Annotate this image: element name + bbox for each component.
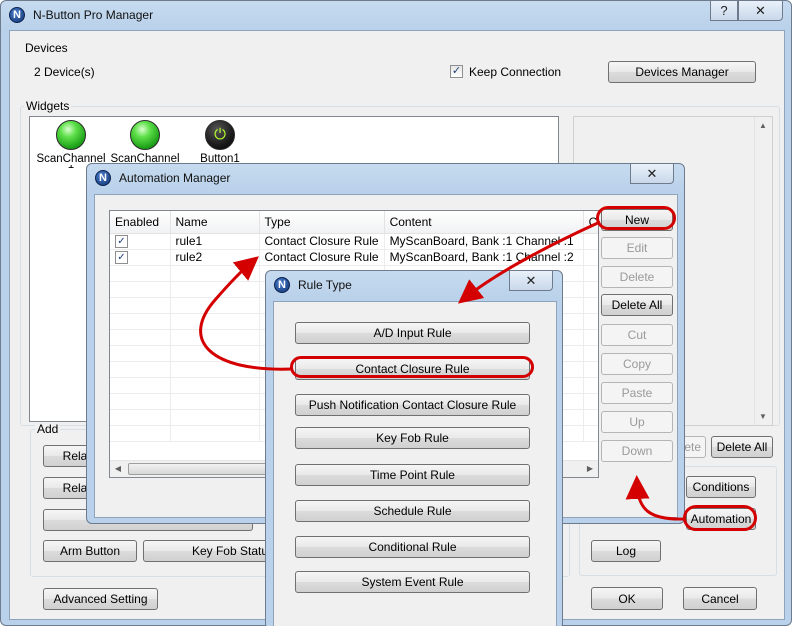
power-button-icon <box>205 120 235 150</box>
col-type[interactable]: Type <box>259 211 385 234</box>
row-enabled-checkbox[interactable]: ✓ <box>115 235 128 248</box>
row-name: rule1 <box>170 233 260 250</box>
new-rule-button[interactable]: New <box>601 209 673 231</box>
key-fob-rule-button[interactable]: Key Fob Rule <box>295 427 530 449</box>
key-fob-status-button[interactable]: Key Fob Status <box>143 540 283 562</box>
keep-connection-label: Keep Connection <box>469 65 562 79</box>
device-count-text: 2 Device(s) <box>34 65 95 79</box>
green-led-icon <box>130 120 160 150</box>
scroll-up-icon[interactable]: ▲ <box>755 121 771 130</box>
delete-rule-button[interactable]: Delete <box>601 266 673 288</box>
devices-group-label: Devices <box>25 41 68 55</box>
widget-scanchannel-1[interactable]: ScanChannel 1 <box>31 120 111 169</box>
copy-button[interactable]: Copy <box>601 353 673 375</box>
ok-button[interactable]: OK <box>591 587 663 610</box>
row-type: Contact Closure Rule <box>259 233 385 250</box>
scroll-left-icon[interactable]: ◀ <box>110 464 126 473</box>
conditional-rule-button[interactable]: Conditional Rule <box>295 536 530 558</box>
row-content: MyScanBoard, Bank :1 Channel :2 <box>384 249 584 266</box>
schedule-rule-button[interactable]: Schedule Rule <box>295 500 530 522</box>
table-header-row: Enabled Name Type Content Co <box>110 211 598 234</box>
row-name: rule2 <box>170 249 260 266</box>
advanced-setting-button[interactable]: Advanced Setting <box>43 588 158 610</box>
delete-all-button[interactable]: Delete All <box>711 436 773 458</box>
push-notification-rule-button[interactable]: Push Notification Contact Closure Rule <box>295 394 530 416</box>
window-title: N-Button Pro Manager <box>33 8 154 22</box>
system-event-rule-button[interactable]: System Event Rule <box>295 571 530 593</box>
edit-rule-button[interactable]: Edit <box>601 237 673 259</box>
time-point-rule-button[interactable]: Time Point Rule <box>295 464 530 486</box>
col-co[interactable]: Co <box>583 211 598 234</box>
automation-button[interactable]: Automation <box>686 508 756 530</box>
automation-window-title: Automation Manager <box>119 171 231 185</box>
automation-close-button[interactable]: ✕ <box>630 164 674 184</box>
widget-scanchannel-2[interactable]: ScanChannel <box>105 120 185 165</box>
row-content: MyScanBoard, Bank :1 Channel :1 <box>384 233 584 250</box>
cancel-button[interactable]: Cancel <box>683 587 757 610</box>
main-title-bar[interactable]: N N-Button Pro Manager <box>1 1 791 29</box>
row-type: Contact Closure Rule <box>259 249 385 266</box>
contact-closure-rule-button[interactable]: Contact Closure Rule <box>295 358 530 380</box>
ad-input-rule-button[interactable]: A/D Input Rule <box>295 322 530 344</box>
down-button[interactable]: Down <box>601 440 673 462</box>
green-led-icon <box>56 120 86 150</box>
arm-button[interactable]: Arm Button <box>43 540 137 562</box>
rule-type-client-area: A/D Input Rule Contact Closure Rule Push… <box>273 301 557 626</box>
properties-scrollbar[interactable]: ▲ ▼ <box>754 117 772 425</box>
table-row[interactable]: ✓ rule2 Contact Closure Rule MyScanBoard… <box>110 249 598 266</box>
rule-type-title: Rule Type <box>298 278 352 292</box>
rule-type-window: N Rule Type ✕ A/D Input Rule Contact Clo… <box>265 270 563 626</box>
widgets-group-label: Widgets <box>24 99 72 113</box>
app-logo-icon: N <box>9 7 25 23</box>
automation-title-bar[interactable]: N Automation Manager <box>87 164 684 192</box>
row-enabled-checkbox[interactable]: ✓ <box>115 251 128 264</box>
keep-connection-checkbox[interactable]: ✓ <box>450 65 463 78</box>
rule-type-close-button[interactable]: ✕ <box>509 271 553 291</box>
col-enabled[interactable]: Enabled <box>110 211 171 234</box>
log-button[interactable]: Log <box>591 540 661 562</box>
add-group-label: Add <box>35 422 61 436</box>
paste-button[interactable]: Paste <box>601 382 673 404</box>
help-button[interactable]: ? <box>710 1 738 21</box>
delete-all-rules-button[interactable]: Delete All <box>601 294 673 316</box>
widget-button1[interactable]: Button1 <box>180 120 260 165</box>
app-logo-icon: N <box>95 170 111 186</box>
up-button[interactable]: Up <box>601 411 673 433</box>
cut-button[interactable]: Cut <box>601 324 673 346</box>
devices-manager-button[interactable]: Devices Manager <box>608 61 756 83</box>
scroll-right-icon[interactable]: ▶ <box>582 464 598 473</box>
col-content[interactable]: Content <box>384 211 584 234</box>
scroll-down-icon[interactable]: ▼ <box>755 412 771 421</box>
table-row[interactable]: ✓ rule1 Contact Closure Rule MyScanBoard… <box>110 233 598 250</box>
window-close-button[interactable]: ✕ <box>738 1 783 21</box>
conditions-button[interactable]: Conditions <box>686 476 756 498</box>
col-name[interactable]: Name <box>170 211 260 234</box>
app-logo-icon: N <box>274 277 290 293</box>
